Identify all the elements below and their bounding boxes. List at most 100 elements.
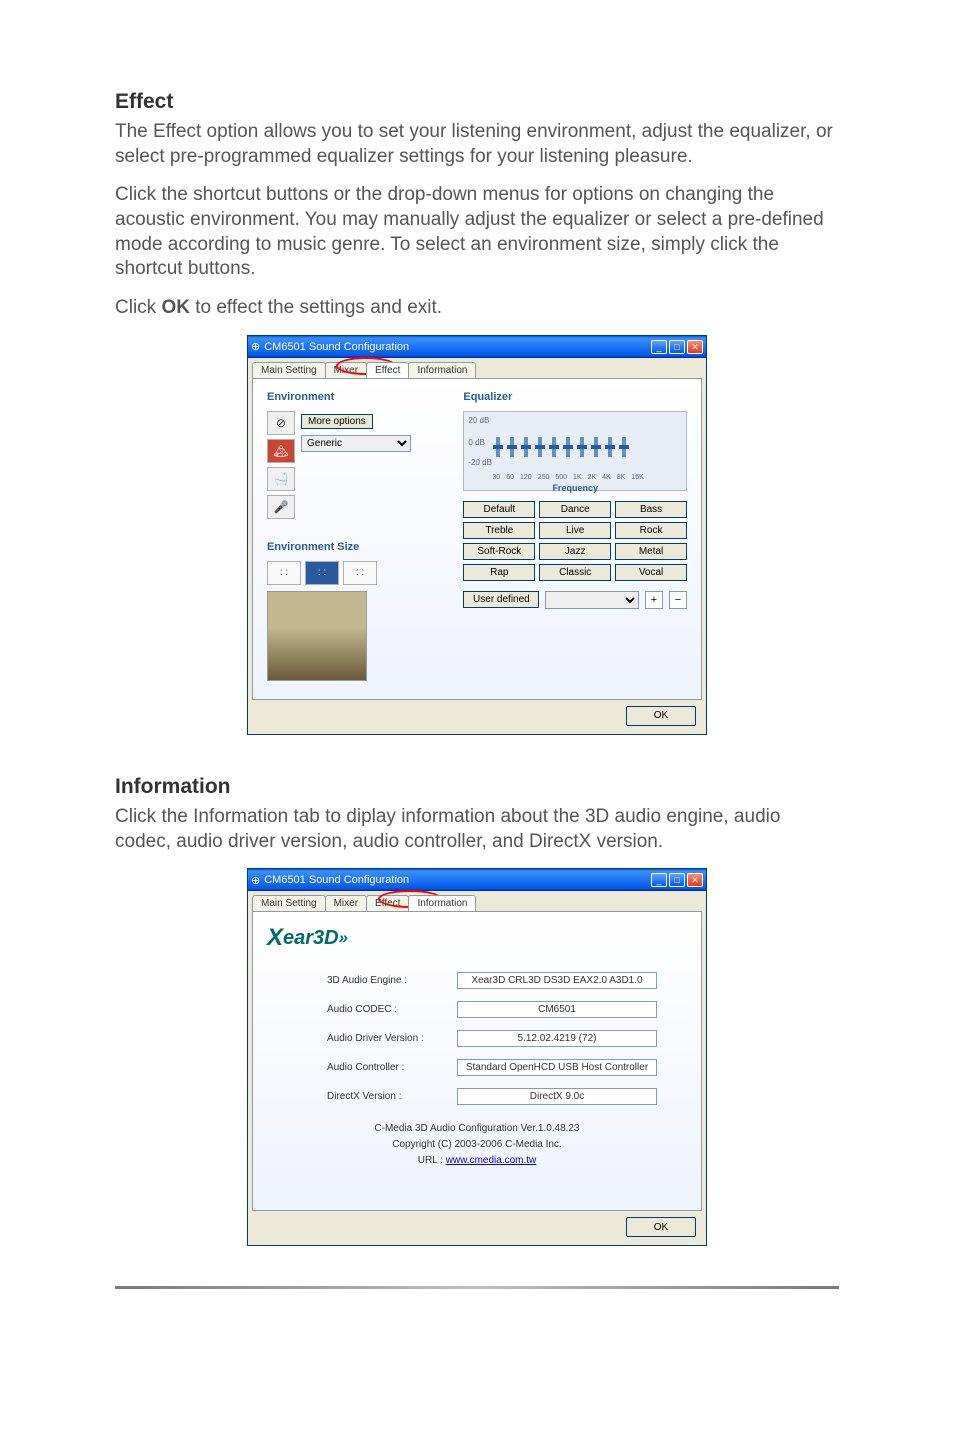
tab-information[interactable]: Information (408, 895, 476, 911)
window-icon: ⊕ (251, 340, 260, 353)
info-label-3d-engine: 3D Audio Engine : (327, 975, 457, 986)
eq-slider[interactable] (608, 437, 612, 457)
effect-heading: Effect (115, 90, 839, 114)
information-dialog: ⊕ CM6501 Sound Configuration _ □ ✕ Main … (247, 868, 707, 1246)
titlebar: ⊕ CM6501 Sound Configuration _ □ ✕ (248, 336, 706, 358)
close-button[interactable]: ✕ (687, 340, 703, 354)
preset-metal[interactable]: Metal (615, 543, 687, 560)
tabs: Main Setting Mixer Effect Information (248, 358, 706, 378)
preset-rock[interactable]: Rock (615, 522, 687, 539)
env-icon-none[interactable]: ⊘ (267, 411, 295, 435)
env-icon-stage[interactable]: 🎤 (267, 495, 295, 519)
env-icon-bath[interactable]: 🛁 (267, 467, 295, 491)
user-defined-remove[interactable]: − (669, 591, 687, 609)
info-label-directx: DirectX Version : (327, 1091, 457, 1102)
equalizer-title: Equalizer (463, 391, 687, 403)
more-options-button[interactable]: More options (301, 414, 373, 429)
eq-y-top: 20 dB (468, 416, 489, 425)
preset-classic[interactable]: Classic (539, 564, 611, 581)
preset-default[interactable]: Default (463, 501, 535, 518)
eq-x-label: 1K (573, 474, 582, 481)
info-value-3d-engine: Xear3D CRL3D DS3D EAX2.0 A3D1.0 (457, 972, 657, 989)
user-defined-button[interactable]: User defined (463, 591, 539, 608)
info-label-controller: Audio Controller : (327, 1062, 457, 1073)
preset-rap[interactable]: Rap (463, 564, 535, 581)
preset-jazz[interactable]: Jazz (539, 543, 611, 560)
minimize-button[interactable]: _ (651, 873, 667, 887)
info-row: Audio Driver Version : 5.12.02.4219 (72) (327, 1030, 687, 1047)
preset-soft-rock[interactable]: Soft-Rock (463, 543, 535, 560)
eq-slider[interactable] (622, 437, 626, 457)
eq-slider[interactable] (552, 437, 556, 457)
eq-y-mid: 0 dB (468, 438, 484, 447)
effect-para2: Click the shortcut buttons or the drop-d… (115, 183, 839, 282)
room-preview-image (267, 591, 367, 681)
tab-information[interactable]: Information (408, 362, 476, 378)
eq-slider[interactable] (496, 437, 500, 457)
info-row: 3D Audio Engine : Xear3D CRL3D DS3D EAX2… (327, 972, 687, 989)
preset-grid: Default Dance Bass Treble Live Rock Soft… (463, 501, 687, 581)
eq-slider[interactable] (566, 437, 570, 457)
eq-x-label: 2K (588, 474, 597, 481)
tabs: Main Setting Mixer Effect Information (248, 891, 706, 911)
information-heading: Information (115, 775, 839, 799)
eq-x-label: 250 (538, 474, 550, 481)
tab-main-setting[interactable]: Main Setting (252, 895, 326, 911)
tab-effect[interactable]: Effect (366, 895, 409, 911)
eq-slider[interactable] (510, 437, 514, 457)
preset-bass[interactable]: Bass (615, 501, 687, 518)
info-row: Audio CODEC : CM6501 (327, 1001, 687, 1018)
maximize-button[interactable]: □ (669, 340, 685, 354)
environment-title: Environment (267, 391, 443, 403)
titlebar: ⊕ CM6501 Sound Configuration _ □ ✕ (248, 869, 706, 891)
preset-live[interactable]: Live (539, 522, 611, 539)
copyright-block: C-Media 3D Audio Configuration Ver.1.0.4… (267, 1121, 687, 1169)
preset-treble[interactable]: Treble (463, 522, 535, 539)
info-value-driver: 5.12.02.4219 (72) (457, 1030, 657, 1047)
size-large-icon[interactable]: : : (343, 561, 377, 585)
eq-x-label: 120 (520, 474, 532, 481)
user-defined-add[interactable]: + (645, 591, 663, 609)
eq-slider[interactable] (580, 437, 584, 457)
eq-slider[interactable] (538, 437, 542, 457)
effect-tab-content: Environment ⊘ 🏔 🛁 🎤 More options Generic (252, 378, 702, 700)
eq-x-label: 30 (492, 474, 500, 481)
environment-select[interactable]: Generic (301, 435, 411, 452)
size-small-icon[interactable]: : : (267, 561, 301, 585)
tab-mixer[interactable]: Mixer (325, 362, 367, 378)
env-icon-hall[interactable]: 🏔 (267, 439, 295, 463)
copyright-text: Copyright (C) 2003-2006 C-Media Inc. (267, 1137, 687, 1153)
info-label-driver: Audio Driver Version : (327, 1033, 457, 1044)
effect-para1: The Effect option allows you to set your… (115, 120, 839, 169)
user-defined-select[interactable] (545, 591, 639, 609)
eq-y-bot: -20 dB (468, 458, 492, 467)
close-button[interactable]: ✕ (687, 873, 703, 887)
eq-x-label: 8K (617, 474, 626, 481)
information-para1: Click the Information tab to diplay info… (115, 805, 839, 854)
info-value-directx: DirectX 9.0c (457, 1088, 657, 1105)
eq-slider[interactable] (524, 437, 528, 457)
url-link[interactable]: www.cmedia.com.tw (446, 1155, 537, 1166)
environment-size-title: Environment Size (267, 541, 443, 553)
window-icon: ⊕ (251, 874, 260, 887)
info-value-codec: CM6501 (457, 1001, 657, 1018)
preset-dance[interactable]: Dance (539, 501, 611, 518)
eq-x-label: 16K (631, 474, 643, 481)
tab-mixer[interactable]: Mixer (325, 895, 367, 911)
size-medium-icon[interactable]: : : (305, 561, 339, 585)
ok-button[interactable]: OK (626, 706, 696, 726)
ok-button[interactable]: OK (626, 1217, 696, 1237)
maximize-button[interactable]: □ (669, 873, 685, 887)
information-tab-content: Xear3D» 3D Audio Engine : Xear3D CRL3D D… (252, 911, 702, 1211)
eq-slider[interactable] (594, 437, 598, 457)
window-title: CM6501 Sound Configuration (260, 874, 649, 886)
footer-divider (115, 1286, 839, 1289)
preset-vocal[interactable]: Vocal (615, 564, 687, 581)
tab-effect[interactable]: Effect (366, 362, 409, 378)
config-version: C-Media 3D Audio Configuration Ver.1.0.4… (267, 1121, 687, 1137)
effect-para3: Click OK to effect the settings and exit… (115, 296, 839, 321)
eq-x-label: 500 (555, 474, 567, 481)
tab-main-setting[interactable]: Main Setting (252, 362, 326, 378)
xear3d-logo: Xear3D» (267, 924, 348, 952)
minimize-button[interactable]: _ (651, 340, 667, 354)
